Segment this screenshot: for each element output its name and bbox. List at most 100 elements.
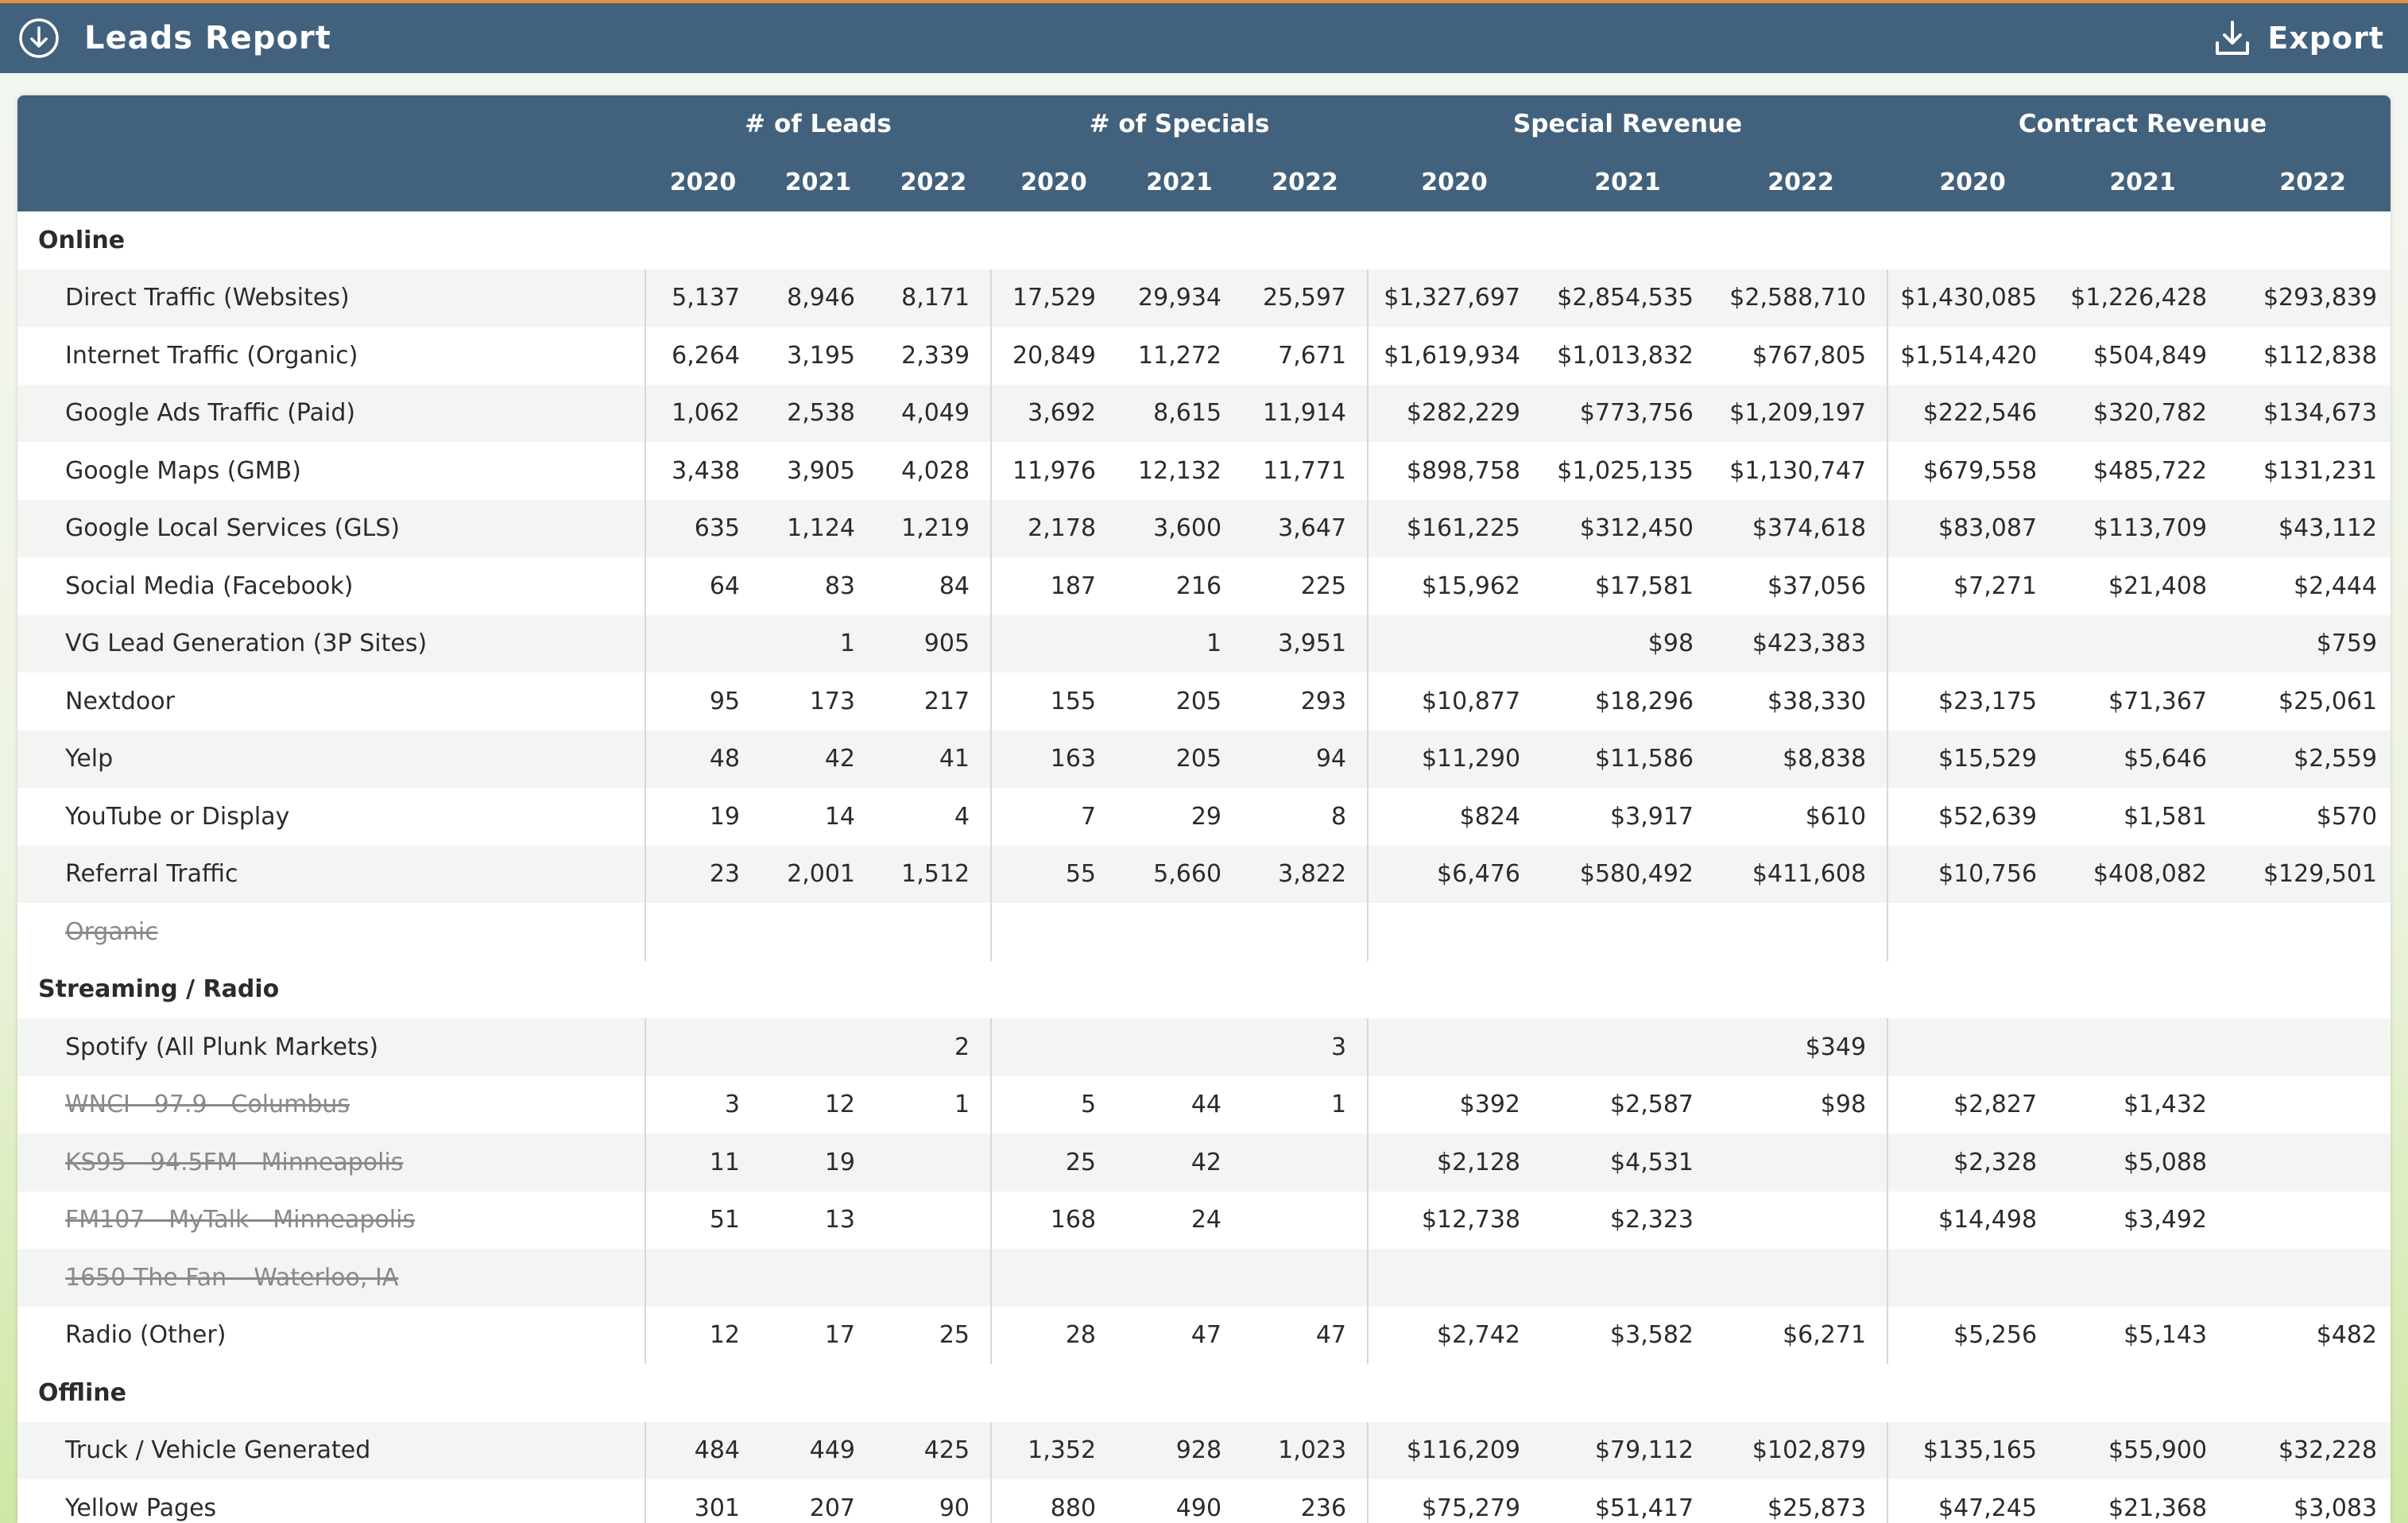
cell-value: $759 [2228,614,2391,672]
table-row[interactable]: Direct Traffic (Websites) 5,137 8,946 8,171… [17,269,2391,327]
year-header[interactable]: 2021 [2058,153,2228,211]
table-row[interactable]: KS95 - 94.5FM - Minneapolis 11 19 25 42 $2,12… [17,1134,2391,1192]
table-row[interactable]: Yellow Pages 301 207 90 880 490 236 $75,279 $51,… [17,1479,2391,1523]
cell-value: $25,873 [1767,1494,1867,1522]
cell-value: 173 [809,687,855,715]
cell-value [990,1249,1117,1307]
cell-value: 29,934 [1117,269,1243,327]
cell-value: 1,062 [645,384,761,442]
cell-value: $679,558 [1887,442,2058,500]
cell-value: 905 [876,614,992,672]
cell-value: $1,514,420 [1887,327,2058,385]
table-row[interactable]: Radio (Other) 12 17 25 28 47 47 $2,742 $3,582 $6,… [17,1306,2391,1364]
cell-value [645,903,761,961]
cell-value: 425 [876,1421,992,1479]
cell-value: 47 [1190,1321,1222,1350]
year-header[interactable]: 2021 [1541,153,1715,211]
cell-value: 4,049 [876,384,992,442]
cell-value [1714,1192,1887,1250]
cell-value: $18,296 [1594,687,1694,715]
cell-value: 205 [1175,687,1222,715]
table-row[interactable]: Organic [17,903,2391,961]
cell-value: $2,328 [1887,1134,2058,1192]
table-row[interactable]: FM107 - MyTalk - Minneapolis 51 13 168 24 $12… [17,1191,2391,1250]
row-label: 1650 The Fan – Waterloo, IA [17,1249,645,1307]
row-label: Yelp [17,730,645,788]
cell-value: 207 [809,1494,855,1522]
cell-value: 3,951 [1242,614,1369,672]
cell-value: 11,976 [990,442,1117,500]
year-header[interactable]: 2021 [1117,153,1243,211]
cell-value: $135,165 [1887,1421,2058,1479]
section-row: Offline [17,1364,2391,1422]
cell-value [1541,903,1714,961]
cell-value: $5,088 [2058,1134,2228,1192]
corner-cell [17,95,645,153]
row-label: Google Maps (GMB) [17,442,645,500]
row-label: Spotify (All Plunk Markets) [17,1018,645,1076]
cell-value: $14,498 [1887,1191,2058,1249]
row-label-text: KS95 - 94.5FM - Minneapolis [65,1148,404,1176]
table-row[interactable]: 1650 The Fan – Waterloo, IA [17,1249,2391,1307]
cell-value [2228,1134,2391,1192]
year-header[interactable]: 2021 [761,153,876,211]
cell-value: $98 [1541,614,1715,672]
table-row[interactable]: VG Lead Generation (3P Sites) 1 905 1 3,951 $… [17,614,2391,672]
table-row[interactable]: Google Local Services (GLS) 635 1,124 1,219… [17,499,2391,557]
year-header[interactable]: 2020 [1887,153,2058,211]
table-row[interactable]: Truck / Vehicle Generated 484 449 425 1,352 9… [17,1421,2391,1479]
cell-value [761,1249,876,1307]
table-row[interactable]: Yelp 48 42 41 163 205 94 $11,290 $11,586 $8,838 $1… [17,730,2391,788]
cell-value: 8,615 [1117,384,1243,442]
year-header[interactable]: 2022 [1242,153,1369,211]
table-row[interactable]: Internet Traffic (Organic) 6,264 3,195 2,33… [17,327,2391,385]
table-row[interactable]: Google Ads Traffic (Paid) 1,062 2,538 4,049… [17,384,2391,442]
cell-value [1714,1249,1888,1307]
cell-value: $161,225 [1367,499,1542,557]
cell-value: 1,124 [761,499,876,557]
cell-value: $1,432 [2123,1091,2208,1119]
cell-value: $2,587 [1610,1091,1694,1119]
table-row[interactable]: Social Media (Facebook) 64 83 84 187 216 225 $1… [17,557,2391,615]
download-circle-icon[interactable] [17,17,60,60]
row-label-text: Truck / Vehicle Generated [65,1436,371,1465]
year-header[interactable]: 2020 [1368,153,1542,211]
cell-value: 13 [824,1206,855,1234]
year-header[interactable]: 2020 [991,153,1117,211]
cell-value: 3 [645,1075,761,1134]
cell-value: 880 [990,1479,1117,1523]
cell-value: $1,430,085 [1887,269,2058,327]
cell-value: 236 [1300,1494,1347,1522]
cell-value: 293 [1300,687,1347,715]
table-row[interactable]: YouTube or Display 19 14 4 7 29 8 $824 $3,917 $61… [17,788,2391,846]
table-row[interactable]: Spotify (All Plunk Markets) 2 3 $349 [17,1018,2391,1076]
cell-value [990,614,1117,672]
cell-value [1367,1018,1542,1076]
table-row[interactable]: WNCI - 97.9 - Columbus 3 12 1 5 44 1 $392 $2,587… [17,1075,2391,1134]
download-tray-icon [2216,21,2250,55]
cell-value [1242,1249,1369,1307]
table-row[interactable]: Referral Traffic 23 2,001 1,512 55 5,660 3,822… [17,845,2391,903]
header-left: Leads Report [17,17,331,60]
year-header[interactable]: 2020 [645,153,761,211]
export-button[interactable]: Export [2213,19,2384,57]
row-label-text: Google Local Services (GLS) [65,514,401,543]
row-label: WNCI - 97.9 - Columbus [17,1076,645,1134]
cell-value: 1 [1330,1091,1347,1119]
cell-value: $580,492 [1541,845,1715,903]
cell-value: 4,028 [901,456,970,485]
year-header[interactable]: 2022 [876,153,992,211]
row-label: Social Media (Facebook) [17,557,645,615]
cell-value: 95 [645,672,761,730]
year-header[interactable]: 2022 [1714,153,1888,211]
table-row[interactable]: Nextdoor 95 173 217 155 205 293 $10,877 $18,296 $… [17,672,2391,730]
cell-value: 94 [1242,730,1369,788]
table-row[interactable]: Google Maps (GMB) 3,438 3,905 4,028 11,976 12… [17,442,2391,500]
cell-value [2228,1076,2391,1134]
row-label-text: Spotify (All Plunk Markets) [65,1033,379,1061]
year-header[interactable]: 2022 [2228,153,2391,211]
row-label-text: Internet Traffic (Organic) [65,341,358,370]
cell-value: $767,805 [1752,341,1867,370]
cell-value: $75,279 [1367,1479,1542,1523]
cell-value [876,1249,992,1307]
